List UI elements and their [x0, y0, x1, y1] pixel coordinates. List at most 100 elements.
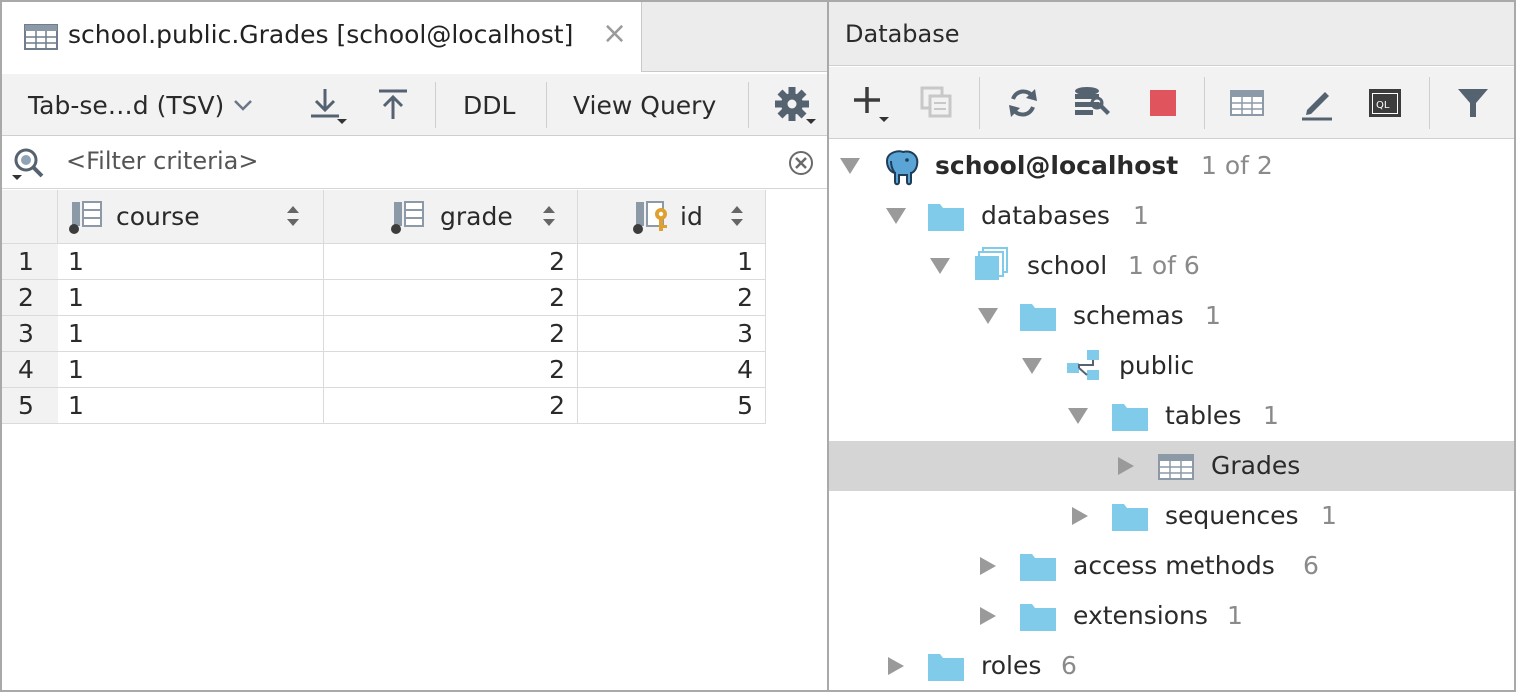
gear-icon — [775, 87, 816, 124]
collapse-arrow-icon[interactable] — [1069, 506, 1091, 526]
export-format-dropdown[interactable]: Tab-se…d (TSV) — [28, 74, 254, 136]
chevron-down-icon — [234, 100, 253, 111]
cell-course[interactable]: 1 — [58, 352, 324, 388]
database-toolbar: QL — [829, 67, 1514, 139]
primary-key-column-icon — [633, 201, 667, 234]
query-console-icon[interactable]: QL — [1367, 85, 1403, 121]
folder-icon — [1020, 604, 1056, 631]
column-header-id[interactable]: id — [578, 190, 766, 244]
expand-arrow-icon[interactable] — [977, 306, 999, 326]
cell-grade[interactable]: 2 — [324, 244, 578, 280]
folder-icon — [1020, 554, 1056, 581]
sort-icon[interactable] — [286, 204, 300, 228]
ddl-button[interactable]: DDL — [463, 74, 515, 136]
folder-icon — [1020, 304, 1056, 331]
filter-icon[interactable] — [1455, 85, 1491, 121]
column-header-grade[interactable]: grade — [324, 190, 578, 244]
data-editor-pane: school.public.Grades [school@localhost] … — [2, 2, 827, 690]
collapse-arrow-icon[interactable] — [977, 556, 999, 576]
view-query-label: View Query — [573, 90, 717, 120]
collapse-arrow-icon[interactable] — [885, 656, 907, 676]
row-number: 5 — [2, 388, 58, 424]
tree-node-count: 1 — [1133, 201, 1149, 230]
expand-arrow-icon[interactable] — [839, 156, 861, 176]
table-view-icon[interactable] — [1229, 85, 1265, 121]
cell-course[interactable]: 1 — [58, 388, 324, 424]
tree-node-tables[interactable]: tables 1 — [829, 391, 1514, 441]
cell-grade[interactable]: 2 — [324, 388, 578, 424]
cell-course[interactable]: 1 — [58, 316, 324, 352]
tree-node-roles[interactable]: roles 6 — [829, 641, 1514, 691]
tree-node-schemas[interactable]: schemas 1 — [829, 291, 1514, 341]
cell-grade[interactable]: 2 — [324, 280, 578, 316]
expand-arrow-icon[interactable] — [1067, 406, 1089, 426]
view-query-button[interactable]: View Query — [573, 74, 716, 136]
column-name: grade — [440, 202, 513, 231]
tree-node-access-methods[interactable]: access methods 6 — [829, 541, 1514, 591]
tree-node-count: 6 — [1061, 651, 1077, 680]
tree-node-sequences[interactable]: sequences 1 — [829, 491, 1514, 541]
tree-node-school-database[interactable]: school 1 of 6 — [829, 241, 1514, 291]
duplicate-icon[interactable] — [919, 85, 955, 121]
sort-icon[interactable] — [542, 204, 556, 228]
add-icon[interactable] — [851, 83, 893, 125]
sort-icon[interactable] — [730, 204, 744, 228]
tree-node-databases[interactable]: databases 1 — [829, 191, 1514, 241]
collapse-arrow-icon[interactable] — [1115, 456, 1137, 476]
tree-node-extensions[interactable]: extensions 1 — [829, 591, 1514, 641]
editor-tab-grades[interactable]: school.public.Grades [school@localhost] … — [2, 2, 642, 72]
tree-node-grades-table[interactable]: Grades — [829, 441, 1514, 491]
tree-node-label: school@localhost — [935, 151, 1179, 180]
column-name: course — [116, 202, 200, 231]
row-number: 4 — [2, 352, 58, 388]
table-icon — [1158, 454, 1194, 480]
toolbar-separator — [1204, 77, 1205, 129]
cell-course[interactable]: 1 — [58, 280, 324, 316]
filter-bar[interactable]: <Filter criteria> — [2, 137, 827, 189]
table-icon — [24, 24, 58, 50]
export-format-label: Tab-se…d (TSV) — [28, 90, 225, 120]
settings-button[interactable] — [774, 74, 818, 136]
refresh-icon[interactable] — [1005, 85, 1041, 121]
row-number: 2 — [2, 280, 58, 316]
expand-arrow-icon[interactable] — [1021, 356, 1043, 376]
filter-input[interactable]: <Filter criteria> — [66, 147, 258, 175]
toolbar-separator — [1429, 77, 1430, 129]
cell-grade[interactable]: 2 — [324, 316, 578, 352]
edit-icon[interactable] — [1299, 85, 1335, 121]
tree-node-count: 1 of 6 — [1128, 251, 1200, 280]
tree-node-label: sequences — [1165, 501, 1299, 530]
toolbar-separator — [979, 77, 980, 129]
download-button[interactable] — [307, 74, 349, 136]
toolbar-separator — [748, 82, 749, 128]
column-icon — [69, 201, 102, 234]
expand-arrow-icon[interactable] — [929, 256, 951, 276]
row-number: 3 — [2, 316, 58, 352]
cell-id[interactable]: 5 — [578, 388, 766, 424]
cell-id[interactable]: 1 — [578, 244, 766, 280]
cell-id[interactable]: 2 — [578, 280, 766, 316]
tree-node-label: school — [1027, 251, 1108, 280]
cell-grade[interactable]: 2 — [324, 352, 578, 388]
clear-filter-icon[interactable] — [788, 150, 814, 176]
cell-id[interactable]: 3 — [578, 316, 766, 352]
tree-node-label: access methods — [1073, 551, 1275, 580]
stop-icon[interactable] — [1145, 85, 1181, 121]
tree-node-connection[interactable]: school@localhost 1 of 2 — [829, 141, 1514, 191]
folder-icon — [928, 204, 964, 231]
folder-icon — [1112, 404, 1148, 431]
cell-course[interactable]: 1 — [58, 244, 324, 280]
collapse-arrow-icon[interactable] — [977, 606, 999, 626]
cell-id[interactable]: 4 — [578, 352, 766, 388]
panel-title: Database — [845, 20, 960, 48]
download-icon — [311, 89, 347, 124]
schema-settings-icon[interactable] — [1073, 85, 1113, 121]
upload-button[interactable] — [375, 74, 411, 136]
database-panel-header: Database — [829, 2, 1514, 66]
tree-node-count: 6 — [1303, 551, 1319, 580]
expand-arrow-icon[interactable] — [885, 206, 907, 226]
close-tab-icon[interactable]: × — [602, 19, 627, 49]
tree-node-public-schema[interactable]: public — [829, 341, 1514, 391]
column-header-course[interactable]: course — [58, 190, 324, 244]
tree-node-count: 1 — [1263, 401, 1279, 430]
